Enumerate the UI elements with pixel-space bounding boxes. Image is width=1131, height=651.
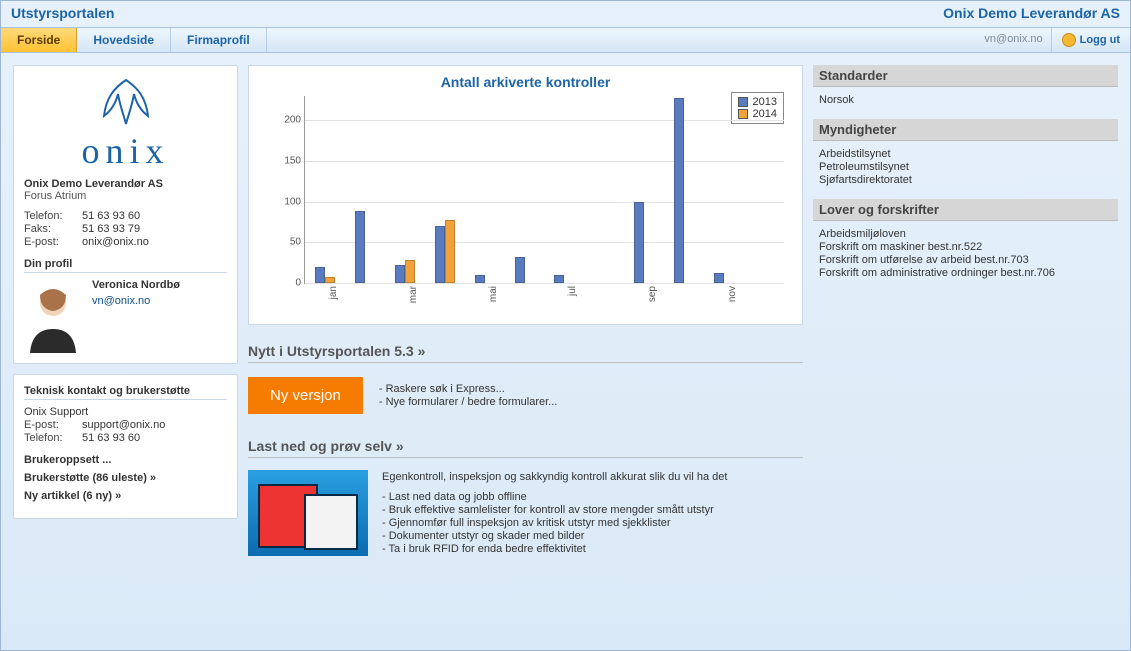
sidebar-link-standarder-0[interactable]: Norsok <box>819 94 1112 106</box>
news-heading[interactable]: Nytt i Utstyrsportalen 5.3 » <box>248 333 803 363</box>
news-bullet-1[interactable]: - Nye formularer / bedre formularer... <box>379 396 558 408</box>
support-heading: Teknisk kontakt og brukerstøtte <box>24 385 227 400</box>
download-bullet-5[interactable]: - Ta i bruk RFID for enda bedre effektiv… <box>382 543 727 555</box>
middle-column: Antall arkiverte kontroller 2013 2014 05… <box>248 65 803 638</box>
link-ny-artikkel[interactable]: Ny artikkel (6 ny) » <box>24 490 227 502</box>
avatar <box>24 279 82 353</box>
sidebar-link-myndigheter-1[interactable]: Petroleumstilsynet <box>819 161 1112 173</box>
support-phone: 51 63 93 60 <box>82 432 140 444</box>
support-panel: Teknisk kontakt og brukerstøtte Onix Sup… <box>13 374 238 519</box>
chart-xlabels: jan mar mai jul sep nov <box>304 286 784 320</box>
profile-name: Veronica Nordbø <box>92 279 227 291</box>
chart-bar <box>674 98 684 283</box>
sidebar-link-myndigheter-0[interactable]: Arbeidstilsynet <box>819 148 1112 160</box>
chart-bar <box>405 260 415 283</box>
company-email[interactable]: onix@onix.no <box>82 236 149 248</box>
chart-bar <box>325 277 335 284</box>
chart-bar <box>395 265 405 283</box>
logout-label: Logg ut <box>1080 34 1120 46</box>
current-user-email: vn@onix.no <box>976 28 1050 52</box>
sidebar-link-lover-2[interactable]: Forskrift om utførelse av arbeid best.nr… <box>819 254 1112 266</box>
news-row: Ny versjon - Raskere søk i Express...- N… <box>248 371 803 420</box>
news-bullets: - Raskere søk i Express...- Nye formular… <box>379 382 558 409</box>
content-area: onix Onix Demo Leverandør AS Forus Atriu… <box>1 53 1130 650</box>
group-standarder: Standarder Norsok <box>813 65 1118 109</box>
support-email[interactable]: support@onix.no <box>82 419 165 431</box>
company-name: Onix Demo Leverandør AS <box>24 178 227 190</box>
tab-forside[interactable]: Forside <box>1 28 77 52</box>
app-window: Utstyrsportalen Onix Demo Leverandør AS … <box>0 0 1131 651</box>
xtick: jul <box>567 286 578 296</box>
chart-bar <box>515 257 525 283</box>
xtick: mai <box>488 286 499 302</box>
chart-bar <box>714 273 724 283</box>
ytick: 200 <box>271 115 301 126</box>
group-head-standarder: Standarder <box>813 65 1118 87</box>
sidebar-link-lover-0[interactable]: Arbeidsmiljøloven <box>819 228 1112 240</box>
chart-bar <box>475 275 485 283</box>
news-bullet-0[interactable]: - Raskere søk i Express... <box>379 383 558 395</box>
download-text: Egenkontroll, inspeksjon og sakkyndig ko… <box>382 470 727 556</box>
tab-hovedside[interactable]: Hovedside <box>77 28 171 52</box>
xtick: nov <box>727 286 738 302</box>
download-lead: Egenkontroll, inspeksjon og sakkyndig ko… <box>382 471 727 483</box>
org-name: Onix Demo Leverandør AS <box>943 5 1120 21</box>
ytick: 100 <box>271 196 301 207</box>
left-column: onix Onix Demo Leverandør AS Forus Atriu… <box>13 65 238 638</box>
tab-bar: Forside Hovedside Firmaprofil vn@onix.no… <box>1 27 1130 53</box>
key-icon <box>1062 33 1076 47</box>
chart-bar <box>435 226 445 283</box>
company-logo: onix <box>24 76 227 172</box>
company-phone: 51 63 93 60 <box>82 210 140 222</box>
xtick: mar <box>408 286 419 303</box>
ytick: 150 <box>271 156 301 167</box>
chart-bar <box>634 202 644 283</box>
tab-firmaprofil[interactable]: Firmaprofil <box>171 28 267 52</box>
download-row: Egenkontroll, inspeksjon og sakkyndig ko… <box>248 466 803 556</box>
sidebar-link-lover-1[interactable]: Forskrift om maskiner best.nr.522 <box>819 241 1112 253</box>
support-name: Onix Support <box>24 406 227 418</box>
logo-text: onix <box>24 130 227 172</box>
download-thumbnail[interactable] <box>248 470 368 556</box>
company-panel: onix Onix Demo Leverandør AS Forus Atriu… <box>13 65 238 364</box>
sidebar-link-myndigheter-2[interactable]: Sjøfartsdirektoratet <box>819 174 1112 186</box>
profile-block: Veronica Nordbø vn@onix.no <box>24 279 227 353</box>
link-brukerstotte[interactable]: Brukerstøtte (86 uleste) » <box>24 472 227 484</box>
ytick: 50 <box>271 237 301 248</box>
download-bullet-0[interactable]: - Last ned data og jobb offline <box>382 491 727 503</box>
group-head-myndigheter: Myndigheter <box>813 119 1118 141</box>
group-myndigheter: Myndigheter ArbeidstilsynetPetroleumstil… <box>813 119 1118 189</box>
download-bullet-3[interactable]: - Dokumenter utstyr og skader med bilder <box>382 530 727 542</box>
group-lover: Lover og forskrifter ArbeidsmiljølovenFo… <box>813 199 1118 282</box>
company-address: Forus Atrium <box>24 190 227 202</box>
chart-title: Antall arkiverte kontroller <box>263 74 788 90</box>
logout-button[interactable]: Logg ut <box>1051 28 1130 52</box>
right-column: Standarder Norsok Myndigheter Arbeidstil… <box>813 65 1118 638</box>
group-head-lover: Lover og forskrifter <box>813 199 1118 221</box>
chart-bar <box>445 220 455 283</box>
chart-plot: 050100150200 <box>304 96 784 284</box>
sidebar-link-lover-3[interactable]: Forskrift om administrative ordninger be… <box>819 267 1112 279</box>
xtick: sep <box>647 286 658 302</box>
phoenix-icon <box>94 76 158 128</box>
download-bullet-1[interactable]: - Bruk effektive samlelister for kontrol… <box>382 504 727 516</box>
xtick: jan <box>328 286 339 299</box>
new-version-button[interactable]: Ny versjon <box>248 377 363 414</box>
download-heading[interactable]: Last ned og prøv selv » <box>248 428 803 458</box>
chart-bar <box>355 211 365 283</box>
chart-bar <box>315 267 325 283</box>
title-bar: Utstyrsportalen Onix Demo Leverandør AS <box>1 1 1130 27</box>
download-bullet-2[interactable]: - Gjennomfør full inspeksjon av kritisk … <box>382 517 727 529</box>
chart-bar <box>554 275 564 283</box>
company-fax: 51 63 93 79 <box>82 223 140 235</box>
link-brukeroppsett[interactable]: Brukeroppsett ... <box>24 454 227 466</box>
app-title: Utstyrsportalen <box>11 5 114 21</box>
profile-heading: Din profil <box>24 258 227 273</box>
profile-email[interactable]: vn@onix.no <box>92 295 227 307</box>
chart-panel: Antall arkiverte kontroller 2013 2014 05… <box>248 65 803 325</box>
ytick: 0 <box>271 278 301 289</box>
